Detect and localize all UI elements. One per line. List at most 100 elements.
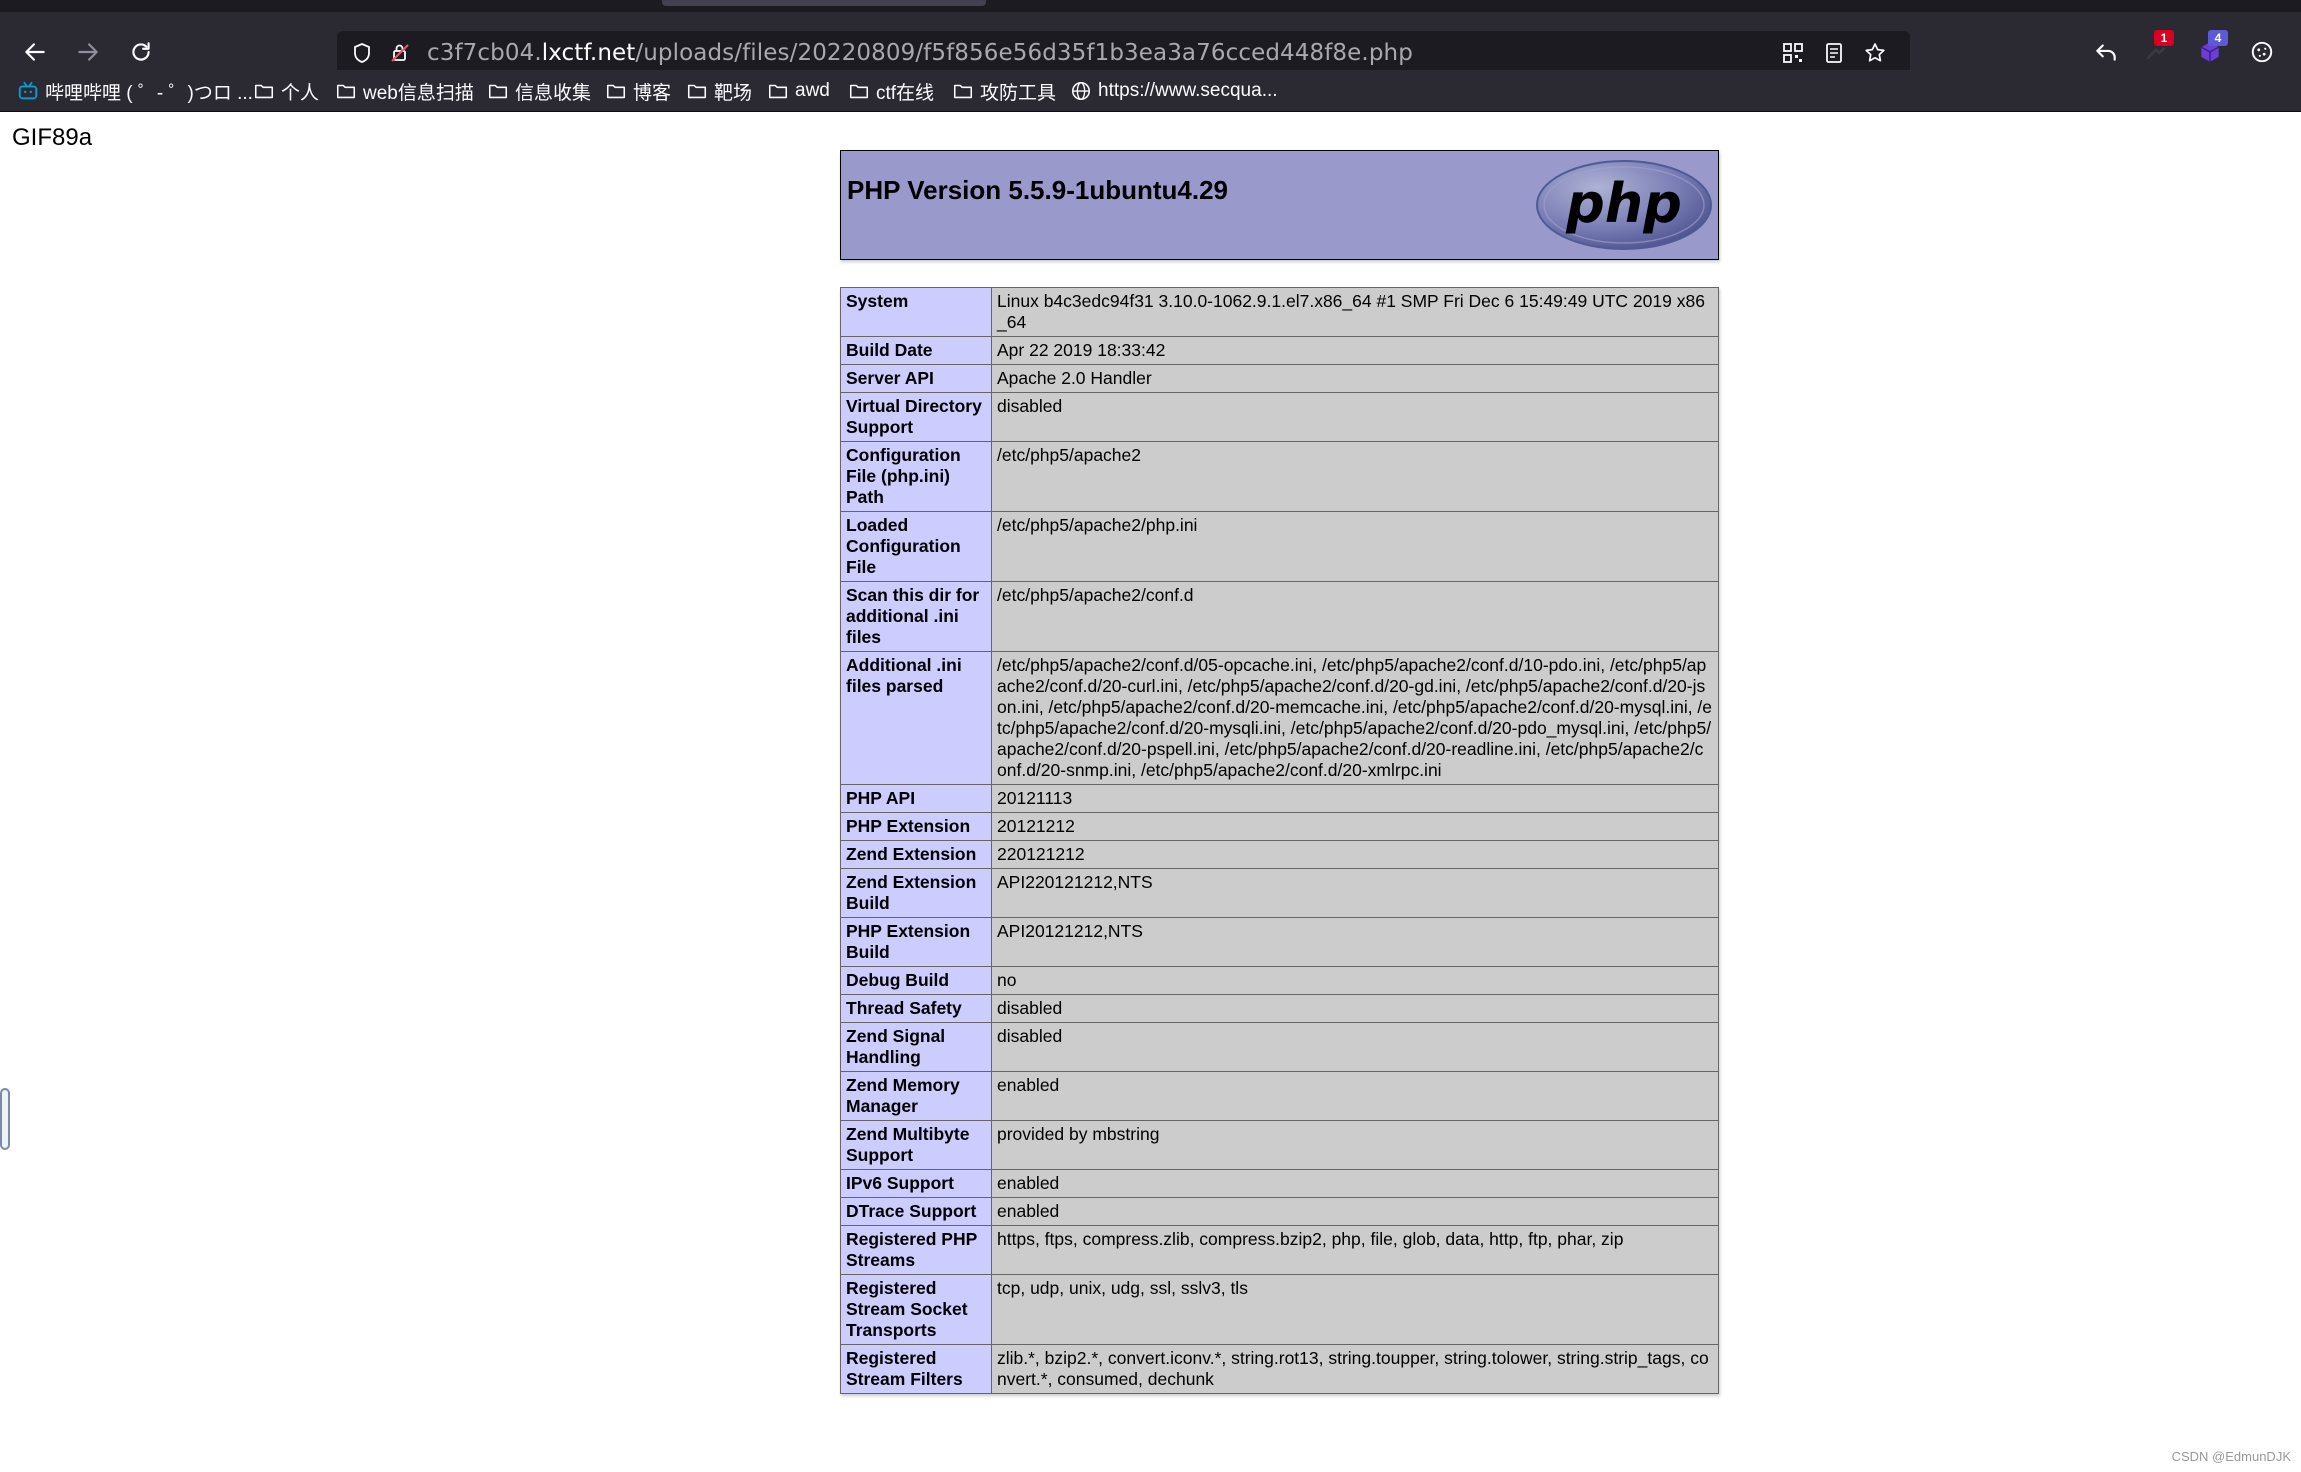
url-text[interactable]: c3f7cb04.lxctf.net/uploads/files/2022080… <box>427 40 1413 66</box>
bookmark-label: ctf在线 <box>876 82 935 104</box>
table-row: Zend Extension 220121212 <box>840 840 1719 869</box>
watermark: CSDN @EdmunDJK <box>2171 1449 2291 1464</box>
folder-icon <box>605 80 633 102</box>
row-key: Registered PHP Streams <box>840 1225 992 1275</box>
extension-hackbar-button[interactable]: 1 <box>2136 30 2176 72</box>
table-row: Registered PHP Streams https, ftps, compr… <box>840 1225 1719 1275</box>
bilibili-icon <box>17 80 45 102</box>
bookmark-item[interactable]: https://www.secqua... <box>1070 78 1278 104</box>
table-row: IPv6 Support enabled <box>840 1169 1719 1198</box>
active-tab[interactable] <box>662 0 986 6</box>
bookmark-item[interactable]: 哔哩哔哩 ( ゜- ゜)つロ ... <box>17 78 253 104</box>
bookmark-label: 个人 <box>281 82 320 104</box>
table-row: Zend Extension Build API220121212,NTS <box>840 868 1719 918</box>
row-key: Server API <box>840 364 992 393</box>
row-value: enabled <box>991 1071 1719 1121</box>
back-arrow-icon <box>25 43 45 61</box>
row-key: Virtual Directory Support <box>840 392 992 442</box>
bookmark-item[interactable]: 个人 <box>253 78 319 104</box>
table-row: System Linux b4c3edc94f31 3.10.0-1062.9.1… <box>840 287 1719 337</box>
bookmark-label: https://www.secqua... <box>1098 80 1278 101</box>
folder-icon <box>253 80 281 102</box>
php-logo[interactable]: php <box>1534 159 1714 251</box>
table-row: Virtual Directory Support disabled <box>840 392 1719 442</box>
folder-icon <box>487 80 515 102</box>
address-bar[interactable]: c3f7cb04.lxctf.net/uploads/files/2022080… <box>337 31 1910 75</box>
row-value: zlib.*, bzip2.*, convert.iconv.*, string… <box>991 1344 1719 1394</box>
bookmark-item[interactable]: ctf在线 <box>848 78 934 104</box>
shield-icon[interactable] <box>349 40 375 66</box>
bookmark-star-icon[interactable] <box>1862 40 1888 66</box>
bookmark-item[interactable]: web信息扫描 <box>335 78 474 104</box>
url-path: /uploads/files/20220809/f5f856e56d35f1b3… <box>635 40 1413 66</box>
folder-icon <box>686 80 714 102</box>
row-key: PHP API <box>840 784 992 813</box>
extension-cookie-button[interactable] <box>2242 32 2282 72</box>
bookmark-label: 信息收集 <box>515 82 592 104</box>
row-value: Linux b4c3edc94f31 3.10.0-1062.9.1.el7.x… <box>991 287 1719 337</box>
php-logo-text: php <box>1565 172 1682 235</box>
row-key: Zend Extension <box>840 840 992 869</box>
table-row: Additional .ini files parsed/etc/php5/ap… <box>840 651 1719 785</box>
qr-code-icon[interactable] <box>1780 40 1806 66</box>
bookmark-item[interactable]: 信息收集 <box>487 78 591 104</box>
phpinfo-content: PHP Version 5.5.9-1ubuntu4.29 php System… <box>840 150 1720 1394</box>
row-key: PHP Extension Build <box>840 917 992 967</box>
row-value: no <box>991 966 1719 995</box>
table-row: PHP API 20121113 <box>840 784 1719 813</box>
bookmark-label: 博客 <box>633 82 672 104</box>
row-value: disabled <box>991 1022 1719 1072</box>
row-key: Zend Multibyte Support <box>840 1120 992 1170</box>
phpinfo-table: System Linux b4c3edc94f31 3.10.0-1062.9.1… <box>840 287 1719 1394</box>
reload-button[interactable] <box>123 34 159 70</box>
navigation-toolbar: c3f7cb04.lxctf.net/uploads/files/2022080… <box>0 12 2301 75</box>
row-value: https, ftps, compress.zlib, compress.bzi… <box>991 1225 1719 1275</box>
forward-button[interactable] <box>70 34 106 70</box>
folder-icon <box>767 80 795 102</box>
row-key: DTrace Support <box>840 1197 992 1226</box>
row-value: disabled <box>991 392 1719 442</box>
back-button[interactable] <box>17 34 53 70</box>
table-row: Zend Memory Manager enabled <box>840 1071 1719 1121</box>
insecure-lock-icon[interactable] <box>387 40 413 66</box>
gif-header-text: GIF89a <box>12 124 93 151</box>
tab-strip <box>0 0 2301 12</box>
table-row: Thread Safety disabled <box>840 994 1719 1023</box>
row-value: Apr 22 2019 18:33:42 <box>991 336 1719 365</box>
extension-return-button[interactable] <box>2086 32 2126 72</box>
row-value: /etc/php5/apache2/php.ini <box>991 511 1719 582</box>
row-value: enabled <box>991 1169 1719 1198</box>
row-key: Zend Memory Manager <box>840 1071 992 1121</box>
extension-badge: 4 <box>2208 30 2228 46</box>
row-value: enabled <box>991 1197 1719 1226</box>
reload-icon <box>132 42 150 61</box>
bookmark-label: 哔哩哔哩 ( ゜- ゜)つロ ... <box>45 82 253 104</box>
extension-cube-button[interactable]: 4 <box>2190 30 2230 72</box>
bookmark-item[interactable]: 博客 <box>605 78 671 104</box>
bookmark-item[interactable]: awd <box>767 78 830 104</box>
url-subdomain: c3f7cb04. <box>427 40 542 66</box>
table-row: DTrace Support enabled <box>840 1197 1719 1226</box>
bookmark-item[interactable]: 攻防工具 <box>952 78 1056 104</box>
row-key: PHP Extension <box>840 812 992 841</box>
row-key: IPv6 Support <box>840 1169 992 1198</box>
table-row: Server API Apache 2.0 Handler <box>840 364 1719 393</box>
table-row: PHP Extension Build API20121212,NTS <box>840 917 1719 967</box>
globe-icon <box>1070 80 1098 102</box>
table-row: Registered Stream Filters zlib.*, bzip2.*… <box>840 1344 1719 1394</box>
table-row: Configuration File (php.ini) Path/etc/ph… <box>840 441 1719 512</box>
table-row: Build Date Apr 22 2019 18:33:42 <box>840 336 1719 365</box>
row-value: tcp, udp, unix, udg, ssl, sslv3, tls <box>991 1274 1719 1345</box>
row-value: /etc/php5/apache2 <box>991 441 1719 512</box>
folder-icon <box>848 80 876 102</box>
row-value: 20121113 <box>991 784 1719 813</box>
row-value: 20121212 <box>991 812 1719 841</box>
row-key: Zend Extension Build <box>840 868 992 918</box>
php-version-title: PHP Version 5.5.9-1ubuntu4.29 <box>847 175 1228 205</box>
scroll-handle[interactable] <box>0 1088 10 1150</box>
table-row: Loaded Configuration File/etc/php5/apach… <box>840 511 1719 582</box>
bookmark-label: 攻防工具 <box>980 82 1057 104</box>
row-key: System <box>840 287 992 337</box>
reader-view-icon[interactable] <box>1821 40 1847 66</box>
bookmark-item[interactable]: 靶场 <box>686 78 752 104</box>
